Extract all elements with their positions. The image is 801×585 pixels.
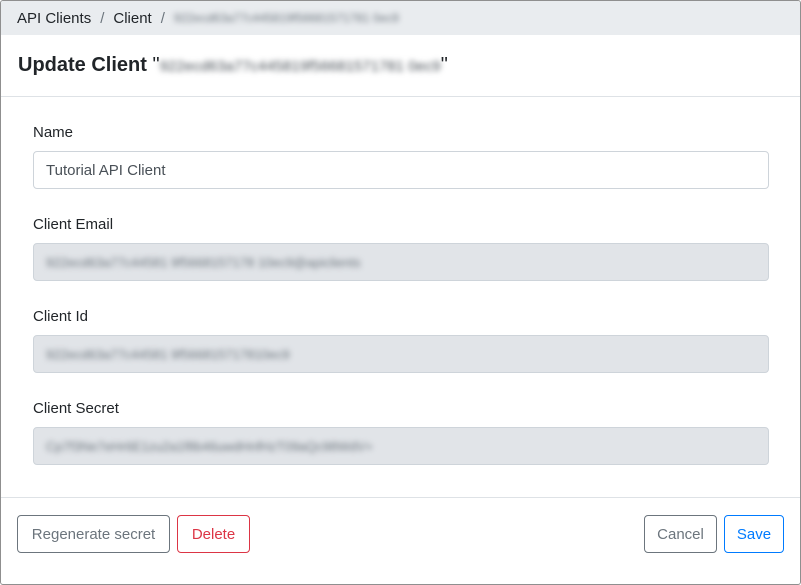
client-id-value: 922ecd63a77c44581 9f566815717810ec9 [46, 346, 290, 362]
delete-button[interactable]: Delete [177, 515, 250, 553]
client-email-field: 922ecd63a77c44581 9f5668157178 10ec9@api… [33, 243, 769, 281]
title-quote-open: " [152, 54, 160, 76]
name-input[interactable]: Tutorial API Client [33, 151, 769, 189]
form-footer: Regenerate secret Delete Cancel Save [1, 497, 800, 584]
client-form: Name Tutorial API Client Client Email 92… [1, 97, 800, 497]
title-quote-close: " [440, 54, 448, 76]
client-secret-value: Cp7f3Ne7eHr6E1zu2a1f8b46uwdHnfHzT09aQc98… [46, 438, 373, 454]
client-id-label: Client Id [33, 308, 89, 325]
page-header: Update Client "922ecd63a77c445819f566815… [1, 35, 800, 97]
name-input-value: Tutorial API Client [46, 161, 166, 179]
save-button[interactable]: Save [724, 515, 784, 553]
name-label: Name [33, 124, 74, 141]
update-client-panel: API Clients / Client / 922ecd63a77c44581… [0, 0, 801, 585]
client-email-value: 922ecd63a77c44581 9f5668157178 10ec9@api… [46, 254, 361, 270]
title-prefix: Update Client [18, 54, 147, 76]
breadcrumb-separator: / [160, 9, 165, 27]
breadcrumb-item-client[interactable]: Client [113, 10, 151, 27]
breadcrumb-current: 922ecd63a77c445819f56681571781 0ec9 [173, 11, 399, 25]
regenerate-secret-button[interactable]: Regenerate secret [17, 515, 170, 553]
breadcrumb-item-api-clients[interactable]: API Clients [17, 10, 91, 27]
cancel-button[interactable]: Cancel [644, 515, 717, 553]
client-secret-label: Client Secret [33, 400, 119, 417]
title-client-name: 922ecd63a77c445819f56681571781 0ec9 [159, 58, 441, 75]
page-title: Update Client "922ecd63a77c445819f566815… [18, 54, 448, 77]
client-secret-field: Cp7f3Ne7eHr6E1zu2a1f8b46uwdHnfHzT09aQc98… [33, 427, 769, 465]
breadcrumb: API Clients / Client / 922ecd63a77c44581… [1, 1, 800, 35]
breadcrumb-separator: / [100, 9, 105, 27]
client-email-label: Client Email [33, 216, 114, 233]
client-id-field: 922ecd63a77c44581 9f566815717810ec9 [33, 335, 769, 373]
